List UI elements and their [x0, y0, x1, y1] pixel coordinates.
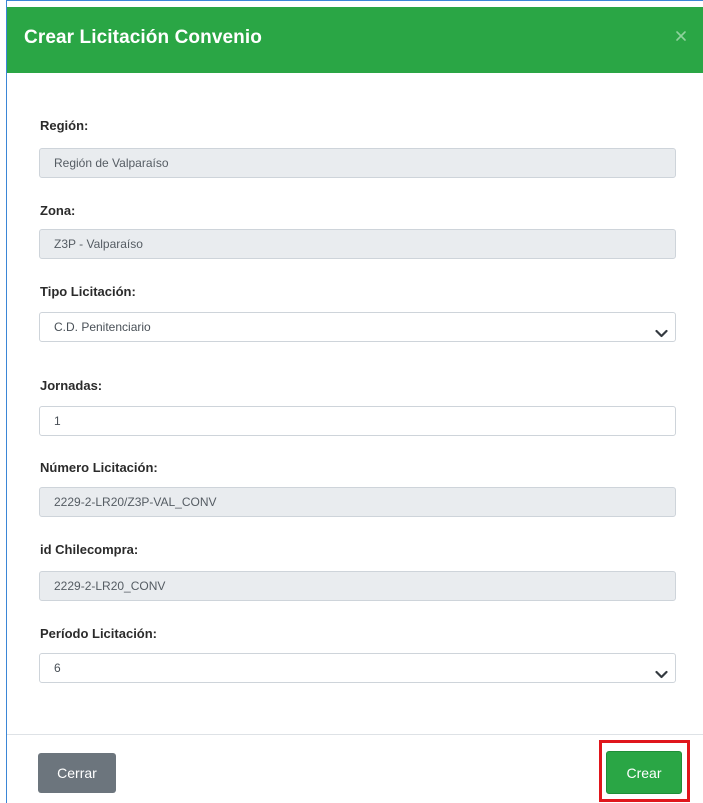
create-tender-modal: Crear Licitación Convenio Región: Región…: [6, 0, 703, 803]
tipo-licitacion-value: C.D. Penitenciario: [54, 320, 151, 334]
id-chilecompra-label: id Chilecompra:: [40, 542, 139, 557]
modal-title: Crear Licitación Convenio: [24, 27, 262, 48]
create-button[interactable]: Crear: [606, 751, 682, 794]
region-field: Región de Valparaíso: [39, 148, 676, 178]
close-button[interactable]: Cerrar: [38, 753, 116, 793]
numero-licitacion-label: Número Licitación:: [40, 460, 158, 475]
chevron-down-icon: [655, 321, 668, 338]
chevron-down-icon: [655, 662, 668, 679]
tipo-licitacion-select[interactable]: C.D. Penitenciario: [39, 312, 676, 342]
jornadas-input[interactable]: [39, 406, 676, 436]
zona-field: Z3P - Valparaíso: [39, 229, 676, 259]
tipo-licitacion-label: Tipo Licitación:: [40, 284, 136, 299]
id-chilecompra-field: 2229-2-LR20_CONV: [39, 571, 676, 601]
periodo-licitacion-select[interactable]: 6: [39, 653, 676, 683]
jornadas-label: Jornadas:: [40, 378, 103, 393]
modal-header: Crear Licitación Convenio: [7, 7, 703, 73]
periodo-licitacion-value: 6: [54, 661, 61, 675]
numero-licitacion-field: 2229-2-LR20/Z3P-VAL_CONV: [39, 487, 676, 517]
close-icon[interactable]: [674, 29, 688, 43]
periodo-licitacion-label: Período Licitación:: [40, 626, 158, 641]
footer-divider: [7, 734, 703, 735]
region-label: Región:: [40, 118, 89, 133]
zona-label: Zona:: [40, 203, 76, 218]
